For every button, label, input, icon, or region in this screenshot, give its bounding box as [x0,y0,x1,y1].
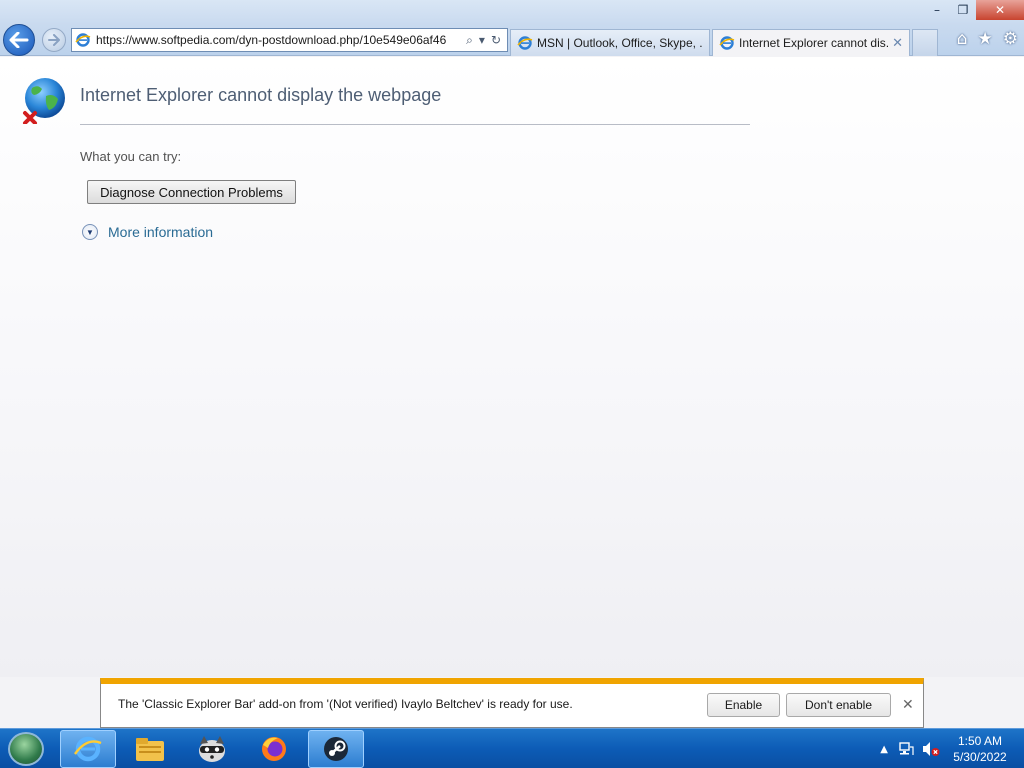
more-information-link[interactable]: ▼ More information [82,224,213,240]
dont-enable-button[interactable]: Don't enable [786,693,891,717]
tab-error-page[interactable]: Internet Explorer cannot dis... ✕ [712,29,910,56]
ie-icon [719,35,735,51]
ie-page-icon [72,29,94,51]
back-button[interactable] [3,24,35,56]
close-notification-icon[interactable]: ✕ [902,697,914,713]
address-bar[interactable]: https://www.softpedia.com/dyn-postdownlo… [71,28,508,52]
ie-icon [517,35,533,51]
volume-muted-icon[interactable] [922,741,940,757]
steam-icon [324,737,348,761]
forward-button[interactable] [42,28,66,52]
network-icon[interactable] [898,741,914,757]
tab-label: MSN | Outlook, Office, Skype, ... [537,36,703,50]
address-url[interactable]: https://www.softpedia.com/dyn-postdownlo… [94,33,460,47]
firefox-icon [262,737,286,761]
favorites-star-icon[interactable]: ★ [978,29,993,49]
chevron-down-icon[interactable]: ▼ [82,224,98,240]
forward-arrow-icon [48,34,60,46]
search-icon[interactable]: ⌕ [466,33,473,48]
show-hidden-icons-button[interactable]: ▲ [880,744,888,755]
close-window-button[interactable]: ✕ [976,0,1024,20]
taskbar: ▲ 1:50 AM 5/30/2022 [0,728,1024,768]
new-tab-button[interactable] [912,29,938,56]
tab-msn[interactable]: MSN | Outlook, Office, Skype, ... [510,29,710,56]
taskbar-clock[interactable]: 1:50 AM 5/30/2022 [948,733,1012,765]
system-tray: ▲ 1:50 AM 5/30/2022 [880,729,1024,768]
taskbar-raccoon-app[interactable] [184,730,240,768]
clock-date: 5/30/2022 [953,750,1007,764]
globe-error-icon [20,76,68,125]
taskbar-file-explorer[interactable] [122,730,178,768]
settings-gear-icon[interactable]: ⚙ [1003,29,1018,49]
refresh-icon[interactable]: ↻ [491,33,501,47]
dropdown-arrow-icon[interactable]: ▾ [479,33,485,47]
enable-button[interactable]: Enable [707,693,780,717]
internet-explorer-icon [74,736,102,762]
browser-chrome: – ❐ ✕ https://www.softpedia.com/dyn-post… [0,0,1024,56]
close-tab-icon[interactable]: ✕ [892,35,903,51]
taskbar-internet-explorer[interactable] [60,730,116,768]
addon-notification-bar: The 'Classic Explorer Bar' add-on from '… [100,678,924,728]
command-icons: ⌂ ★ ⚙ [957,28,1018,50]
minimize-button[interactable]: – [924,0,950,20]
page-title: Internet Explorer cannot display the web… [80,85,442,105]
taskbar-firefox[interactable] [246,730,302,768]
notification-message: The 'Classic Explorer Bar' add-on from '… [118,697,573,711]
folder-icon [136,738,164,761]
diagnose-connection-button[interactable]: Diagnose Connection Problems [87,180,296,204]
start-button[interactable] [8,732,44,766]
window-controls: – ❐ ✕ [924,0,1024,20]
restore-button[interactable]: ❐ [950,0,976,20]
try-label: What you can try: [80,149,182,164]
back-arrow-icon [9,32,29,48]
divider [80,124,750,125]
more-information-label[interactable]: More information [108,224,213,240]
taskbar-steam[interactable] [308,730,364,768]
page-content: Internet Explorer cannot display the web… [0,57,1024,677]
clock-time: 1:50 AM [957,734,1003,748]
raccoon-icon [199,736,225,762]
home-icon[interactable]: ⌂ [957,29,968,49]
tab-label: Internet Explorer cannot dis... [739,36,889,50]
